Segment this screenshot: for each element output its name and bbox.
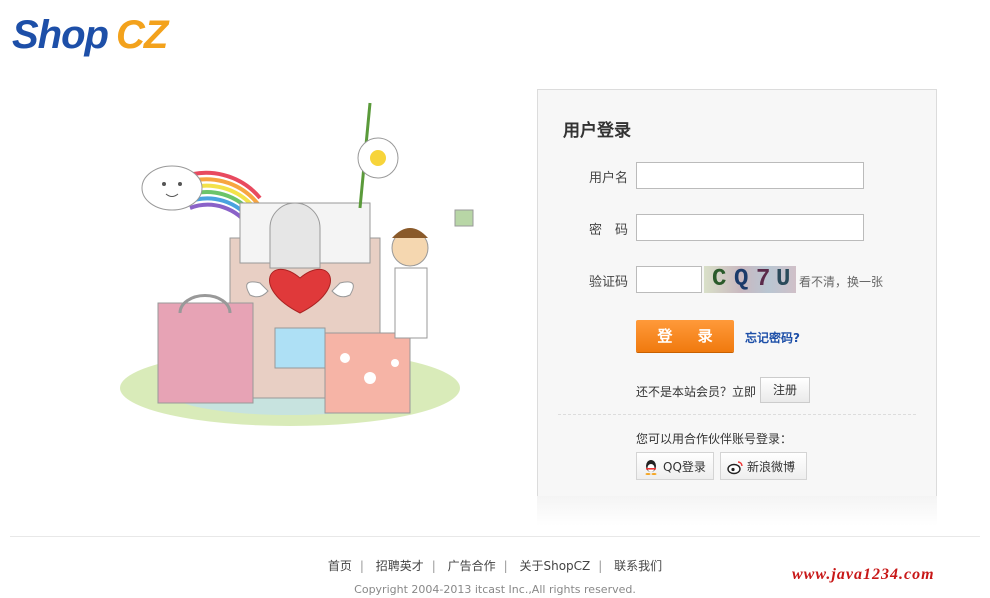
password-input[interactable] [636,214,864,241]
captcha-char: Q [734,266,749,293]
footer-divider [10,536,980,537]
weibo-login-button[interactable]: 新浪微博 [720,452,807,480]
footer-link-home[interactable]: 首页 [328,559,352,573]
captcha-label: 验证码 [588,275,628,290]
captcha-input[interactable] [636,266,702,293]
partner-login-text: 您可以用合作伙伴账号登录： [636,432,793,446]
footer-link-jobs[interactable]: 招聘英才 [376,559,424,573]
register-button[interactable]: 注册 [760,377,810,403]
footer-link-contact[interactable]: 联系我们 [614,559,662,573]
logo-cz-text: CZ [115,13,168,57]
username-label: 用户名 [588,171,628,186]
not-member-text: 还不是本站会员？立即 [636,385,757,399]
forgot-password-link[interactable]: 忘记密码? [745,329,800,346]
copyright-text: Copyright 2004-2013 itcast Inc.,All righ… [354,583,636,596]
login-panel: 用户登录 用户名 密 码 验证码 C Q 7 U 看不清，换一张 登 录 忘记密… [537,89,937,497]
shopping-bags-illustration [120,102,474,426]
logo-shop-text: Shop [12,13,109,57]
password-label: 密 码 [588,223,628,238]
qq-login-label: QQ登录 [663,460,706,474]
qq-login-button[interactable]: QQ登录 [636,452,714,480]
captcha-char: U [776,266,791,293]
captcha-char: C [712,266,727,293]
watermark: www.java1234.com [792,566,935,583]
login-button[interactable]: 登 录 [636,320,734,352]
login-title: 用户登录 [563,121,631,141]
footer-link-ads[interactable]: 广告合作 [448,559,496,573]
weibo-icon [727,461,743,475]
shopcz-logo[interactable]: Shop CZ [12,12,168,58]
username-input[interactable] [636,162,864,189]
qq-icon [645,460,657,475]
weibo-login-label: 新浪微博 [747,460,796,474]
panel-shadow [537,496,937,526]
captcha-image[interactable]: C Q 7 U [704,266,796,293]
captcha-refresh-link[interactable]: 看不清，换一张 [799,273,883,290]
divider [558,414,916,415]
footer-link-about[interactable]: 关于ShopCZ [519,559,590,573]
captcha-char: 7 [756,266,771,293]
